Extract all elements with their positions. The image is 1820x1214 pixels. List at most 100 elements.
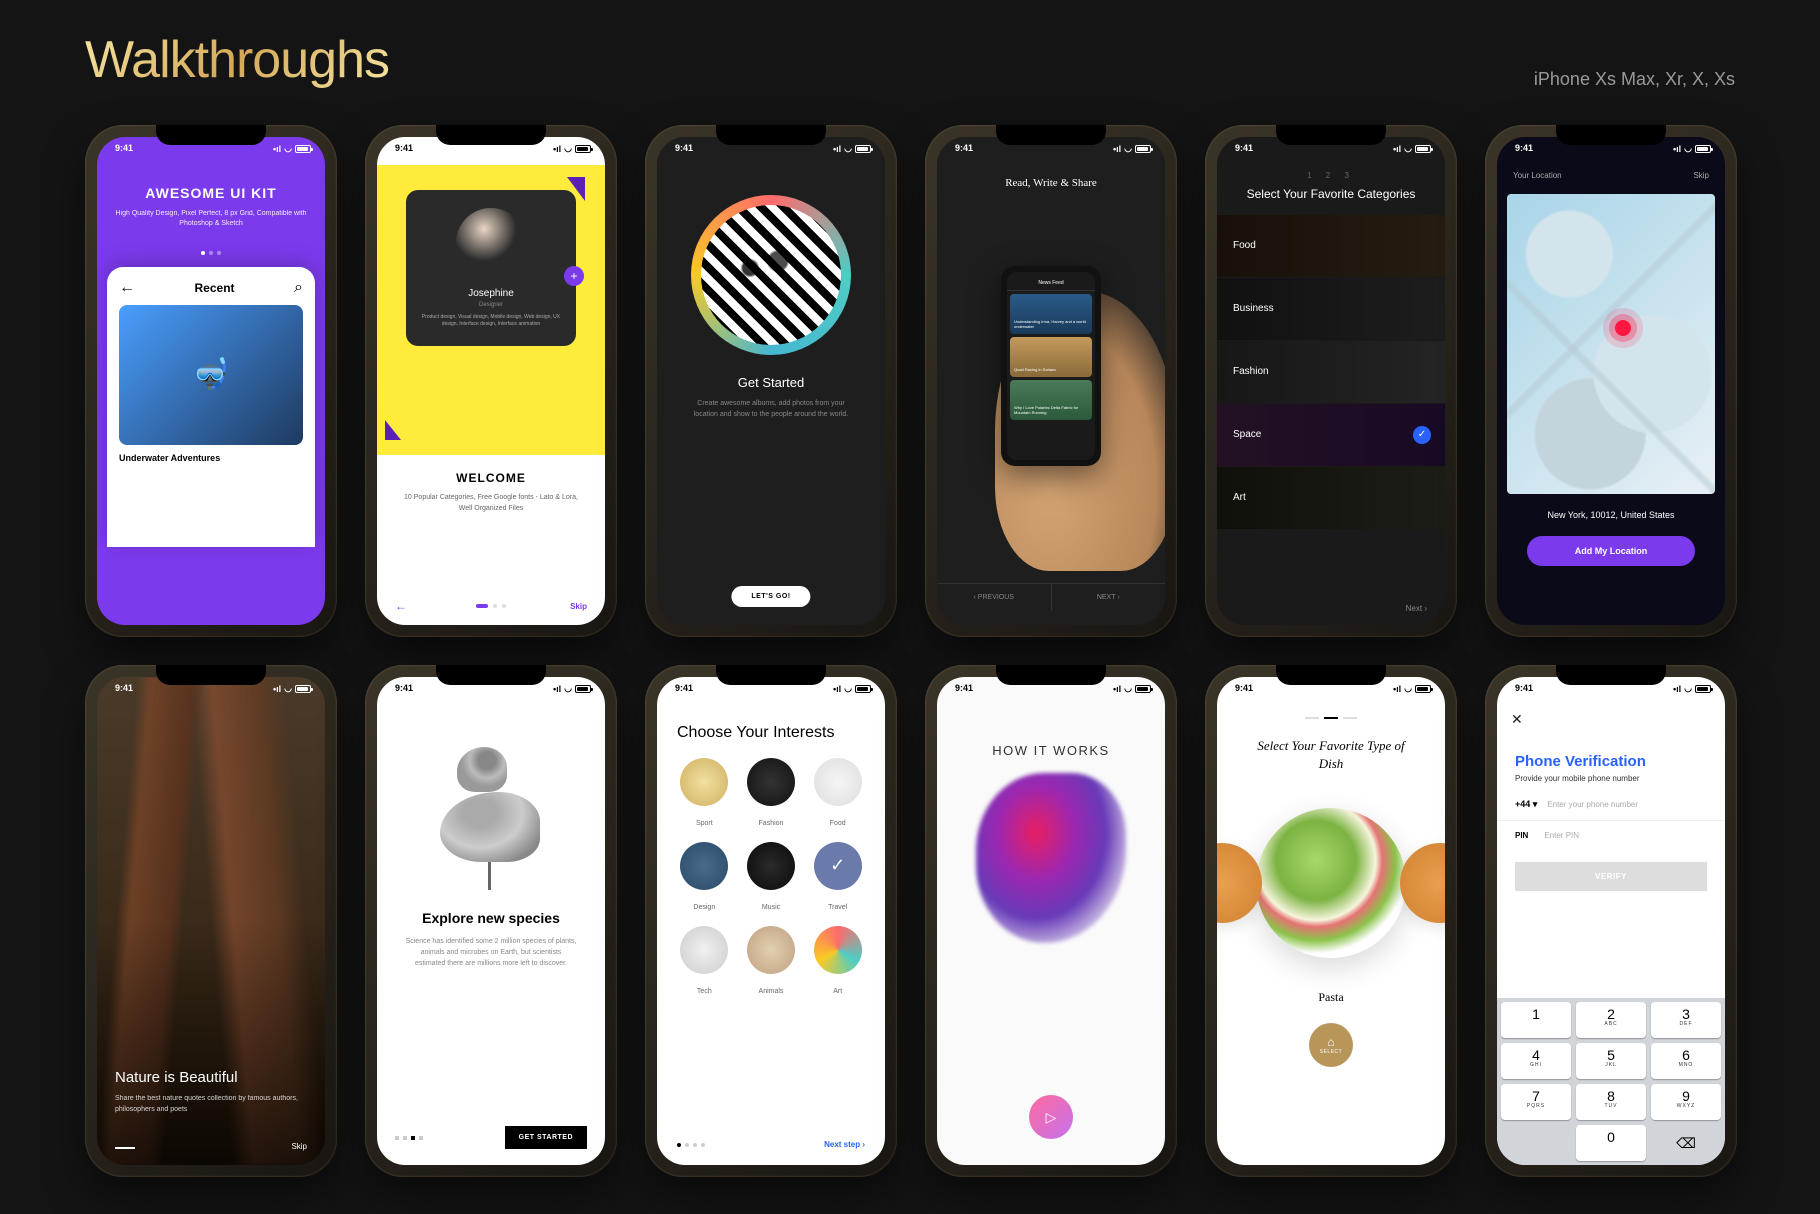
skip-button[interactable]: Skip — [570, 602, 587, 611]
welcome-title: WELCOME — [397, 471, 585, 485]
map-view[interactable] — [1507, 194, 1715, 494]
phone-mockup: 9:41 Read, Write & Share News Feed Under… — [925, 125, 1177, 637]
interest-fashion[interactable]: Fashion — [744, 758, 799, 830]
search-icon[interactable]: ⌕ — [294, 279, 303, 297]
skip-button[interactable]: Skip — [291, 1142, 307, 1151]
phone-input[interactable]: Enter your phone number — [1547, 800, 1638, 809]
keypad-9[interactable]: 9WXYZ — [1651, 1084, 1721, 1120]
select-button[interactable]: ⌂SELECT — [1309, 1023, 1353, 1067]
avatar-image — [456, 208, 526, 278]
category-business[interactable]: Business — [1217, 278, 1445, 340]
category-art[interactable]: Art — [1217, 467, 1445, 529]
country-code-select[interactable]: +44 ▾ — [1515, 799, 1537, 810]
keypad-5[interactable]: 5JKL — [1576, 1043, 1646, 1079]
subtitle: Provide your mobile phone number — [1497, 774, 1725, 799]
phone-mockup: 9:41 +JosephineDesignerProduct design, V… — [365, 125, 617, 637]
next-button[interactable]: NEXT › — [1052, 584, 1166, 611]
status-icons — [1673, 143, 1711, 154]
next-button[interactable]: Next › — [1406, 604, 1427, 613]
keypad-1[interactable]: 1 — [1501, 1002, 1571, 1038]
pin-input[interactable]: Enter PIN — [1544, 831, 1579, 840]
back-icon[interactable]: ← — [395, 599, 407, 613]
lets-go-button[interactable]: LET'S GO! — [731, 586, 810, 607]
location-text: New York, 10012, United States — [1497, 510, 1725, 520]
status-icons — [273, 143, 311, 154]
card-title: Underwater Adventures — [119, 453, 303, 463]
keypad-0[interactable]: 0 — [1576, 1125, 1646, 1161]
status-time: 9:41 — [951, 143, 973, 154]
category-fashion[interactable]: Fashion — [1217, 341, 1445, 403]
add-button[interactable]: + — [564, 266, 584, 286]
welcome-sub: 10 Popular Categories, Free Google fonts… — [397, 493, 585, 514]
device-list: iPhone Xs Max, Xr, X, Xs — [1534, 69, 1735, 90]
hero-title: AWESOME UI KIT — [112, 185, 310, 201]
status-time: 9:41 — [951, 683, 973, 694]
add-location-button[interactable]: Add My Location — [1527, 536, 1695, 566]
status-icons — [553, 683, 591, 694]
interest-tech[interactable]: Tech — [677, 926, 732, 998]
close-icon[interactable]: ✕ — [1511, 711, 1523, 728]
status-time: 9:41 — [391, 683, 413, 694]
skip-button[interactable]: Skip — [1693, 171, 1709, 180]
title: Explore new species — [405, 910, 577, 926]
subtitle: Share the best nature quotes collection … — [115, 1094, 307, 1115]
recent-title: Recent — [195, 281, 235, 295]
phone-mockup: 9:41 ✕ Phone Verification Provide your m… — [1485, 665, 1737, 1177]
page-dots[interactable] — [395, 1136, 423, 1140]
home-indicator — [166, 614, 256, 617]
your-location-label: Your Location — [1513, 171, 1562, 180]
prev-button[interactable]: ‹ PREVIOUS — [937, 584, 1052, 611]
status-time: 9:41 — [111, 143, 133, 154]
dish-icon: ⌂ — [1327, 1035, 1334, 1049]
hero-sub: High Quality Design, Pixel Perfect, 8 px… — [112, 209, 310, 229]
page-indicator: 1 2 3 — [1217, 165, 1445, 186]
keypad-7[interactable]: 7PQRS — [1501, 1084, 1571, 1120]
page-dots[interactable] — [1217, 705, 1445, 731]
title: Select Your Favorite Type of Dish — [1217, 731, 1445, 788]
keypad-8[interactable]: 8TUV — [1576, 1084, 1646, 1120]
phone-mockup: 9:41 Nature is BeautifulShare the best n… — [85, 665, 337, 1177]
title: Get Started — [685, 375, 857, 390]
keypad-3[interactable]: 3DEF — [1651, 1002, 1721, 1038]
check-icon: ✓ — [1413, 426, 1431, 444]
status-icons — [1673, 683, 1711, 694]
keypad-6[interactable]: 6MNO — [1651, 1043, 1721, 1079]
interest-music[interactable]: Music — [744, 842, 799, 914]
dish-carousel[interactable] — [1217, 788, 1445, 978]
page-dots[interactable] — [97, 251, 325, 255]
phone-mockup: 9:41 Your LocationSkip New York, 10012, … — [1485, 125, 1737, 637]
title: Select Your Favorite Categories — [1217, 186, 1445, 203]
pin-label: PIN — [1515, 831, 1528, 840]
phone-mockup: 9:41 Get StartedCreate awesome albums, a… — [645, 125, 897, 637]
pasta-image — [1256, 808, 1406, 958]
next-step-button[interactable]: Next step › — [824, 1140, 865, 1149]
interest-food[interactable]: Food — [810, 758, 865, 830]
back-icon[interactable]: ← — [119, 279, 135, 297]
play-button[interactable]: ▷ — [1029, 1095, 1073, 1139]
keypad-4[interactable]: 4GHI — [1501, 1043, 1571, 1079]
page-dots[interactable] — [476, 604, 506, 608]
verify-button[interactable]: VERIFY — [1515, 862, 1707, 891]
interest-design[interactable]: Design — [677, 842, 732, 914]
status-icons — [833, 143, 871, 154]
category-food[interactable]: Food — [1217, 215, 1445, 277]
title: Choose Your Interests — [657, 705, 885, 758]
interest-sport[interactable]: Sport — [677, 758, 732, 830]
interest-art[interactable]: Art — [810, 926, 865, 998]
subtitle: Science has identified some 2 million sp… — [405, 936, 577, 970]
keypad-2[interactable]: 2ABC — [1576, 1002, 1646, 1038]
status-icons — [1393, 143, 1431, 154]
ink-image — [976, 773, 1126, 943]
get-started-button[interactable]: GET STARTED — [505, 1126, 587, 1149]
progress-indicator — [115, 1147, 135, 1149]
category-space[interactable]: Space✓ — [1217, 404, 1445, 466]
interest-animals[interactable]: Animals — [744, 926, 799, 998]
title: Phone Verification — [1497, 705, 1725, 774]
interest-travel[interactable]: ✓Travel — [810, 842, 865, 914]
status-time: 9:41 — [671, 683, 693, 694]
phone-mockup: 9:41 AWESOME UI KIT High Quality Design, … — [85, 125, 337, 637]
keypad-delete[interactable]: ⌫ — [1651, 1125, 1721, 1161]
phone-mockup: 9:41 1 2 3 Select Your Favorite Categori… — [1205, 125, 1457, 637]
page-dots[interactable] — [677, 1143, 705, 1147]
bird-image — [406, 720, 576, 900]
